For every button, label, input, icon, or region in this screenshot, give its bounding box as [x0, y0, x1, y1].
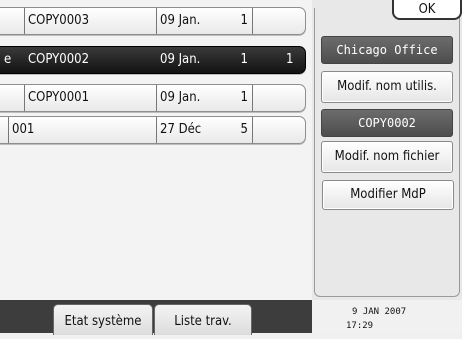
file-pages: 1: [230, 85, 253, 111]
side-panel: OK Chicago Office Modif. nom utilis. COP…: [312, 0, 462, 300]
file-list-area: COPY0003 09 Jan. 1 e COPY0002 09 Jan. 1 …: [0, 0, 312, 300]
file-name: COPY0001: [24, 85, 89, 111]
job-list-tab[interactable]: Liste trav.: [154, 304, 252, 335]
bottom-bar: Etat système Liste trav. 9 JAN 2007 17:2…: [0, 300, 462, 335]
file-row[interactable]: 001 27 Déc 5: [0, 116, 306, 144]
file-date: 27 Déc: [156, 117, 201, 143]
clock-time: 17:29: [346, 321, 374, 331]
file-row[interactable]: COPY0001 09 Jan. 1: [0, 84, 306, 112]
file-name-display: COPY0002: [321, 109, 453, 137]
file-pages: 1: [240, 52, 248, 67]
file-row-selected[interactable]: e COPY0002 09 Jan. 1 1: [0, 46, 306, 74]
clock: 9 JAN 2007 17:29: [312, 300, 462, 333]
file-date: 09 Jan.: [160, 52, 201, 67]
row-marker: e: [4, 52, 12, 67]
file-name: 001: [8, 117, 34, 143]
file-date: 09 Jan.: [156, 8, 200, 34]
file-pages: 5: [230, 117, 253, 143]
user-name-display: Chicago Office: [321, 36, 453, 64]
file-row[interactable]: COPY0003 09 Jan. 1: [0, 7, 306, 35]
file-name: COPY0003: [24, 8, 89, 34]
change-password-button[interactable]: Modifier MdP: [322, 180, 454, 210]
clock-date: 9 JAN 2007: [352, 307, 407, 317]
file-pages: 1: [230, 8, 253, 34]
file-date: 09 Jan.: [156, 85, 200, 111]
change-user-name-button[interactable]: Modif. nom utilis.: [321, 71, 453, 103]
system-status-tab[interactable]: Etat système: [53, 304, 153, 335]
ok-button[interactable]: OK: [392, 0, 462, 20]
file-copies: 1: [286, 52, 294, 67]
file-name: COPY0002: [28, 52, 90, 67]
change-file-name-button[interactable]: Modif. nom fichier: [321, 141, 453, 173]
